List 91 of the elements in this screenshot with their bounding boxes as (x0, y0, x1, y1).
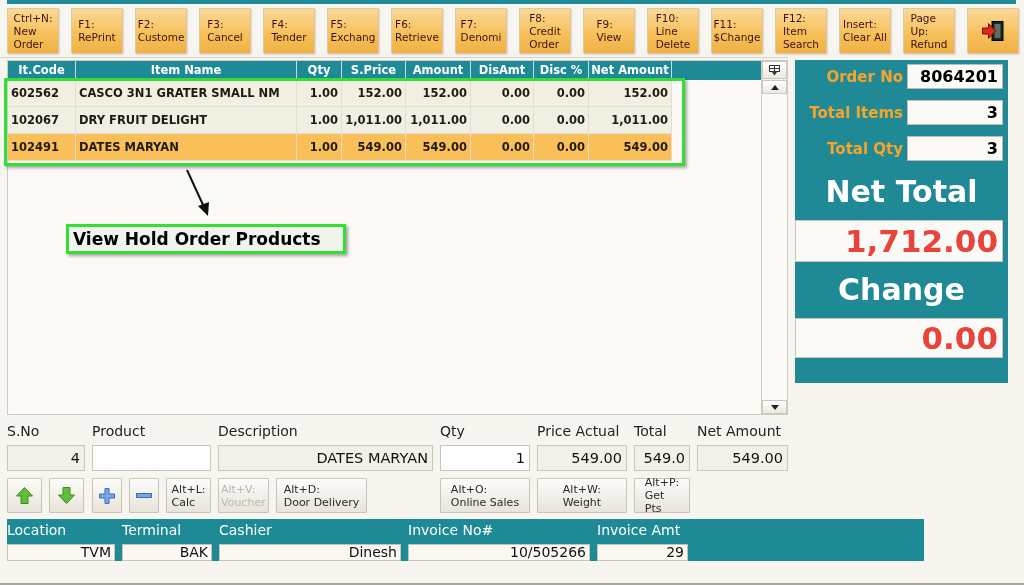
scroll-up-button[interactable] (762, 80, 787, 94)
table-row[interactable]: 102491 DATES MARYAN 1.00 549.00 549.00 0.00 0.00 549.00 (8, 134, 672, 161)
total-label: Change (838, 271, 965, 309)
plus-icon (99, 487, 116, 504)
add-button[interactable] (92, 478, 123, 513)
callout-arrow (185, 169, 211, 217)
toolbar-button[interactable]: F11: $Change (711, 8, 763, 54)
column-header: Price Actual (537, 423, 621, 440)
remove-button[interactable] (129, 478, 160, 513)
input-field[interactable]: 549.00 (697, 445, 788, 471)
input-field[interactable]: 549.00 (537, 445, 627, 471)
up-arrow-icon (16, 487, 33, 504)
column-header: Total (634, 423, 668, 440)
toolbar-button[interactable]: F6: Retrieve (391, 8, 443, 54)
column-header[interactable]: It.Code (8, 61, 76, 80)
column-header: Description (218, 423, 299, 440)
action-button[interactable]: Alt+D: Door Delivery (275, 478, 368, 513)
status-field: 10/505266 (408, 544, 590, 561)
toolbar-button[interactable]: F7: Denomi (455, 8, 507, 54)
summary-label: Order No (826, 66, 903, 87)
column-header: Terminal (122, 521, 183, 540)
toolbar-button[interactable]: F9: View (583, 8, 635, 54)
down-arrow-icon (58, 487, 75, 504)
column-header: Invoice No# (408, 521, 495, 540)
column-header[interactable]: Item Name (76, 61, 297, 80)
exit-button[interactable] (967, 8, 1019, 54)
status-field: 29 (597, 544, 688, 561)
status-field: TVM (7, 544, 115, 561)
input-field[interactable]: 4 (7, 445, 85, 471)
table-cell: 1.00 (297, 134, 342, 161)
action-button[interactable]: Alt+W: Weight (537, 478, 627, 513)
toolbar-button[interactable]: Insert: Clear All (839, 8, 891, 54)
table-cell: 0.00 (471, 134, 534, 161)
summary-field: 8064201 (907, 64, 1003, 89)
total-value: 0.00 (795, 318, 1003, 358)
total-value: 1,712.00 (795, 220, 1003, 262)
summary-label: Total Qty (827, 138, 903, 159)
toolbar-button[interactable]: F12: Item Search (775, 8, 827, 54)
table-cell: 102491 (8, 134, 76, 161)
column-chooser-button[interactable] (762, 61, 787, 79)
table-cell: DATES MARYAN (76, 134, 297, 161)
column-header[interactable]: Amount (406, 61, 471, 80)
table-grid-icon (769, 64, 780, 76)
table-cell: 549.00 (406, 134, 471, 161)
column-header[interactable]: Disc % (534, 61, 589, 80)
table-cell: 549.00 (589, 134, 672, 161)
status-field: Dinesh (219, 544, 401, 561)
column-header: Product (92, 423, 147, 440)
toolbar-button[interactable]: F10: Line Delete (647, 8, 699, 54)
total-label: Net Total (825, 173, 978, 211)
summary-field: 3 (907, 136, 1003, 161)
table-cell: 549.00 (342, 134, 406, 161)
toolbar-button[interactable]: Page Up: Refund (903, 8, 955, 54)
column-header: Location (7, 521, 68, 540)
move-down-button[interactable] (49, 478, 84, 513)
move-up-button[interactable] (7, 478, 42, 513)
toolbar-button[interactable]: F1: RePrint (71, 8, 123, 54)
scroll-down-button[interactable] (762, 400, 787, 414)
minus-icon (136, 493, 153, 498)
summary-label: Total Items (809, 102, 903, 123)
column-header[interactable]: Net Amount (589, 61, 672, 80)
toolbar-button[interactable]: F8: Credit Order (519, 8, 571, 54)
down-caret-icon (770, 404, 779, 410)
column-header: Invoice Amt (597, 521, 682, 540)
table-row[interactable]: 102067 DRY FRUIT DELIGHT 1.00 1,011.00 1,011.00 0.00 0.00 1,011.00 (8, 107, 672, 134)
status-field: BAK (122, 544, 212, 561)
toolbar-button[interactable]: F5: Exchang (327, 8, 379, 54)
column-header[interactable]: Qty (297, 61, 342, 80)
column-header[interactable]: S.Price (342, 61, 406, 80)
input-field[interactable] (92, 445, 211, 471)
column-header: Net Amount (697, 423, 783, 440)
column-header: Cashier (219, 521, 273, 540)
toolbar-button[interactable]: F4: Tender (263, 8, 315, 54)
door-arrow-icon (982, 21, 1004, 41)
callout-label: View Hold Order Products (66, 224, 346, 254)
table-row[interactable]: 602562 CASCO 3N1 GRATER SMALL NM 1.00 152.00 152.00 0.00 0.00 152.00 (8, 80, 672, 107)
table-cell: 0.00 (534, 134, 589, 161)
up-caret-icon (770, 84, 779, 90)
action-button[interactable]: Alt+L: Calc (166, 478, 211, 513)
input-field[interactable]: 549.0 (634, 445, 690, 471)
input-field[interactable]: 1 (440, 445, 530, 471)
column-header: S.No (7, 423, 41, 440)
toolbar-button[interactable]: F2: Custome (135, 8, 187, 54)
summary-field: 3 (907, 100, 1003, 125)
input-field[interactable]: DATES MARYAN (218, 445, 433, 471)
toolbar-button[interactable]: Ctrl+N: New Order (7, 8, 59, 54)
column-header[interactable]: DisAmt (471, 61, 534, 80)
action-button[interactable]: Alt+P: Get Pts (634, 478, 690, 513)
toolbar-button[interactable]: F3: Cancel (199, 8, 251, 54)
column-header: Qty (440, 423, 466, 440)
action-button[interactable]: Alt+O: Online Sales (440, 478, 530, 513)
